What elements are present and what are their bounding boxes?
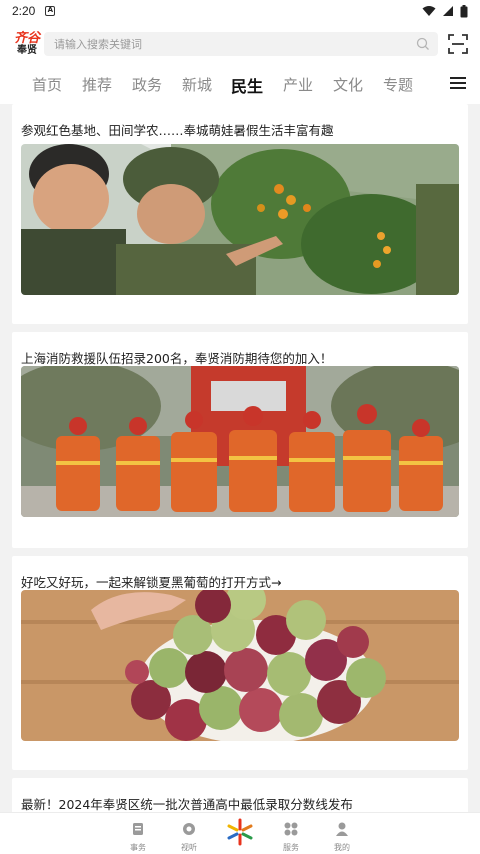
bottom-nav: 事务 视听 服务 我的 [0, 812, 480, 854]
article-card[interactable]: 参观红色基地、田间学农……奉城萌娃暑假生活丰富有趣 [12, 104, 468, 324]
search-placeholder: 请输入搜索关键词 [54, 38, 142, 51]
search-icon [416, 37, 429, 50]
app-logo[interactable]: 齐谷 奉贤 [8, 32, 46, 56]
status-time: 2:20 [12, 4, 36, 18]
status-bar: 2:20 A [0, 0, 480, 22]
tab-special[interactable]: 专题 [383, 74, 413, 95]
nav-center[interactable] [220, 817, 260, 851]
tab-livelihood[interactable]: 民生 [231, 73, 263, 97]
article-card[interactable]: 上海消防救援队伍招录200名，奉贤消防期待您的加入！ [12, 332, 468, 548]
play-icon [183, 823, 195, 835]
article-image[interactable] [21, 144, 459, 295]
wifi-icon [422, 6, 436, 16]
article-title[interactable]: 最新！2024年奉贤区统一批次普通高中最低录取分数线发布 [21, 794, 353, 813]
app-header: 齐谷 奉贤 请输入搜索关键词 [0, 22, 480, 66]
tab-government[interactable]: 政务 [132, 74, 162, 95]
article-image[interactable] [21, 366, 459, 517]
children-farm-photo [21, 144, 459, 295]
battery-icon [460, 4, 468, 17]
center-logo-icon [227, 818, 253, 846]
nav-mine[interactable]: 我的 [322, 821, 362, 853]
user-icon [336, 822, 348, 836]
grapes-photo [21, 590, 459, 741]
logo-top-text: 齐谷 [13, 31, 40, 46]
grid-icon [284, 822, 298, 836]
notification-icon: A [45, 6, 56, 16]
article-title[interactable]: 参观红色基地、田间学农……奉城萌娃暑假生活丰富有趣 [21, 120, 334, 139]
nav-services[interactable]: 服务 [271, 821, 311, 853]
tab-new-city[interactable]: 新城 [182, 74, 212, 95]
tab-home[interactable]: 首页 [32, 74, 62, 95]
scan-icon[interactable] [448, 34, 468, 54]
article-title[interactable]: 好吃又好玩，一起来解锁夏黑葡萄的打开方式→ [21, 572, 281, 591]
status-icons [422, 4, 468, 18]
nav-media-label: 视听 [181, 843, 197, 852]
logo-bottom-text: 奉贤 [17, 45, 37, 56]
signal-icon [443, 6, 453, 16]
tab-recommend[interactable]: 推荐 [82, 74, 112, 95]
category-tabs: 首页 推荐 政务 新城 民生 产业 文化 专题 [0, 66, 480, 104]
article-card[interactable]: 好吃又好玩，一起来解锁夏黑葡萄的打开方式→ [12, 556, 468, 770]
nav-affairs-label: 事务 [130, 843, 146, 852]
nav-services-label: 服务 [283, 843, 299, 852]
nav-mine-label: 我的 [334, 843, 350, 852]
article-image[interactable] [21, 590, 459, 741]
menu-icon[interactable] [450, 76, 466, 90]
tab-culture[interactable]: 文化 [333, 74, 363, 95]
firefighters-photo [21, 366, 459, 517]
nav-media[interactable]: 视听 [169, 821, 209, 853]
nav-affairs[interactable]: 事务 [118, 821, 158, 853]
search-input[interactable]: 请输入搜索关键词 [44, 32, 438, 56]
document-icon [133, 823, 143, 835]
article-title[interactable]: 上海消防救援队伍招录200名，奉贤消防期待您的加入！ [21, 348, 332, 367]
tab-industry[interactable]: 产业 [283, 74, 313, 95]
